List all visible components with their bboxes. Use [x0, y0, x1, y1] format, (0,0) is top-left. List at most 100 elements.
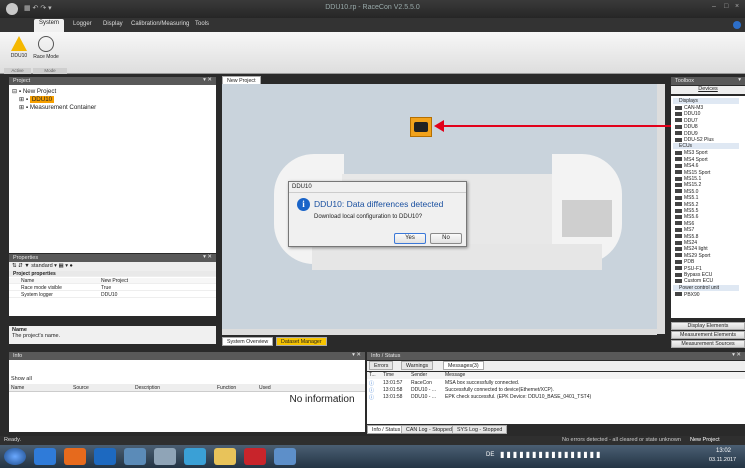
toolbox-item-label: MS15.1 — [684, 176, 702, 182]
system-tray-icons[interactable]: ▮▮▮▮▮▮▮▮▮▮▮▮▮▮▮▮ — [500, 450, 690, 462]
tab-sys-log[interactable]: SYS Log - Stopped — [452, 425, 508, 434]
toolbox-item[interactable]: MS5.1 — [675, 195, 698, 201]
tab-dataset-manager[interactable]: Dataset Manager — [276, 337, 327, 346]
toolbox-item-label: Bypass ECU — [684, 272, 713, 278]
measurement-sources-button[interactable]: Measurement Sources — [671, 340, 745, 348]
toolbox-item[interactable]: PDB — [675, 259, 694, 265]
toolbox-item[interactable]: PSU-F1 — [675, 266, 702, 272]
close-icon[interactable]: × — [735, 3, 739, 10]
help-icon[interactable] — [733, 21, 741, 29]
start-button-icon[interactable] — [4, 448, 26, 465]
explorer-icon[interactable] — [214, 448, 236, 465]
device-icon — [675, 131, 682, 136]
menu-tools[interactable]: Tools — [190, 20, 214, 28]
outlook-icon[interactable] — [94, 448, 116, 465]
devices-tab[interactable]: Devices — [671, 86, 745, 94]
properties-toolbar[interactable]: ⇅ ⇵ ▼ standard ▾ ▦ ▾ ● — [9, 262, 216, 271]
toolbox-item[interactable]: MS4.6 — [675, 163, 698, 169]
race-mode-button[interactable]: Race Mode — [33, 35, 59, 69]
warnings-filter[interactable]: Warnings — [401, 361, 434, 370]
toolbox-item[interactable]: MS24 light — [675, 246, 708, 252]
browser-icon[interactable] — [34, 448, 56, 465]
measurement-elements-button[interactable]: Measurement Elements — [671, 331, 745, 339]
toolbox-item-label: MS5.1 — [684, 195, 699, 202]
clock-time[interactable]: 13:02 — [716, 448, 731, 454]
toolbox-item[interactable]: MS6 — [675, 221, 694, 227]
toolbox-pin-icon[interactable]: ▾ — [738, 77, 741, 83]
menu-display[interactable]: Display — [98, 20, 128, 28]
tab-info-status[interactable]: Info / Status — [367, 425, 406, 434]
canvas-vertical-scrollbar[interactable] — [657, 84, 665, 334]
property-row[interactable]: Name New Project — [9, 278, 216, 284]
toolbox-item[interactable]: MS29 Sport — [675, 253, 710, 259]
dialog-message: Download local configuration to DDU10? — [314, 214, 423, 220]
toolbox-item[interactable]: MS7 — [675, 227, 694, 233]
toolbox-item[interactable]: MS5.6 — [675, 214, 698, 220]
col-function[interactable]: Function — [217, 385, 236, 391]
toolbox-item[interactable]: MS5.2 — [675, 202, 698, 208]
toolbox-item[interactable]: Bypass ECU — [675, 272, 712, 278]
col-name[interactable]: Name — [11, 385, 24, 391]
language-indicator[interactable]: DE — [486, 452, 494, 458]
skype-icon[interactable] — [184, 448, 206, 465]
col-description[interactable]: Description — [135, 385, 160, 391]
no-button[interactable]: No — [430, 233, 462, 244]
show-all-label[interactable]: Show all — [11, 376, 32, 382]
toolbox-item[interactable]: DDU8 — [675, 124, 698, 130]
toolbox-item-label: MS5.6 — [684, 214, 699, 221]
toolbox-item-label: MS5.2 — [684, 201, 699, 208]
properties-view-select[interactable]: standard — [31, 263, 52, 269]
app-icon[interactable] — [124, 448, 146, 465]
col-used[interactable]: Used — [259, 385, 271, 391]
toolbox-item[interactable]: MS5.5 — [675, 208, 698, 214]
tab-system-overview[interactable]: System Overview — [222, 337, 274, 346]
col-source[interactable]: Source — [73, 385, 89, 391]
project-panel-pin-icon[interactable]: ▾ ✕ — [203, 77, 212, 83]
race-mode-icon — [38, 36, 54, 52]
toolbox-item[interactable]: MS5.0 — [675, 189, 698, 195]
toolbox-item[interactable]: CAN-M3 — [675, 105, 703, 111]
tree-node-project[interactable]: ⊟ ▪ New Project — [12, 88, 56, 96]
toolbox-item[interactable]: Custom ECU — [675, 278, 713, 284]
minimize-icon[interactable]: – — [712, 3, 716, 10]
toolbox-item[interactable]: MS5.8 — [675, 234, 698, 240]
app-icon[interactable] — [154, 448, 176, 465]
tab-can-log[interactable]: CAN Log - Stopped — [401, 425, 457, 434]
toolbox-section-ecus[interactable]: ECUs — [673, 143, 739, 150]
errors-filter[interactable]: Errors — [369, 361, 394, 370]
ddu10-device[interactable] — [410, 117, 432, 137]
toolbox-item[interactable]: DDU7 — [675, 118, 698, 124]
menu-system[interactable]: System — [34, 19, 65, 32]
toolbox-item[interactable]: MS15.1 — [675, 176, 701, 182]
ddu10-ribbon-button[interactable]: DDU10 — [6, 35, 32, 69]
toolbox-section-displays[interactable]: Displays — [673, 98, 739, 104]
racecon-icon[interactable] — [274, 448, 296, 465]
display-elements-button[interactable]: Display Elements — [671, 322, 745, 330]
maximize-icon[interactable]: □ — [724, 3, 728, 10]
toolbox-item[interactable]: MS15.2 — [675, 182, 701, 188]
toolbox-item[interactable]: MS24 — [675, 240, 697, 246]
toolbox-item[interactable]: DDU9 — [675, 131, 698, 137]
ribbon-group-mode: Mode — [33, 68, 67, 74]
property-row[interactable]: Race mode visible True — [9, 285, 216, 291]
properties-panel-pin-icon[interactable]: ▾ ✕ — [203, 254, 212, 260]
firefox-icon[interactable] — [64, 448, 86, 465]
tree-node-ddu10[interactable]: ⊞ ▪ DDU10 — [19, 96, 55, 104]
toolbox-item[interactable]: MS15 Sport — [675, 170, 710, 176]
acrobat-icon[interactable] — [244, 448, 266, 465]
data-differences-dialog: DDU10 i DDU10: Data differences detected… — [288, 181, 467, 247]
toolbox-item[interactable]: MS4 Sport — [675, 157, 708, 163]
menu-logger[interactable]: Logger — [68, 20, 97, 28]
property-row[interactable]: System logger DDU10 — [9, 292, 216, 298]
toolbox-item[interactable]: DDU10 — [675, 111, 700, 117]
yes-button[interactable]: Yes — [394, 233, 426, 244]
canvas-horizontal-scrollbar[interactable] — [222, 329, 657, 335]
clock-date[interactable]: 03.11.2017 — [709, 457, 736, 463]
toolbox-item[interactable]: DDU-S2 Plus — [675, 137, 714, 143]
toolbox-section-power[interactable]: Power control unit — [673, 284, 739, 291]
messages-filter[interactable]: Messages(3) — [443, 361, 484, 370]
toolbox-item[interactable]: PBX90 — [675, 292, 700, 298]
toolbox-item[interactable]: MS3 Sport — [675, 150, 708, 156]
menu-calibration[interactable]: Calibration/Measuring — [126, 20, 194, 28]
tree-node-measurement[interactable]: ⊞ ▪ Measurement Container — [19, 104, 96, 112]
